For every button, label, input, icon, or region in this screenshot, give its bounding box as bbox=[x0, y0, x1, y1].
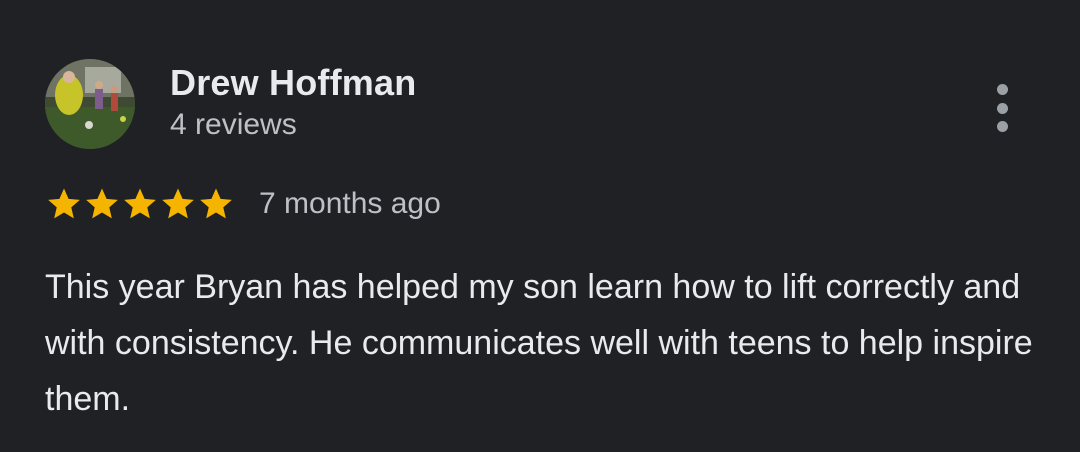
author-avatar[interactable] bbox=[45, 59, 135, 149]
avatar-photo-icon bbox=[45, 59, 135, 149]
author-name[interactable]: Drew Hoffman bbox=[170, 62, 416, 104]
star-icon bbox=[162, 188, 194, 219]
review-text: This year Bryan has helped my son learn … bbox=[45, 268, 1033, 418]
star-icon bbox=[124, 188, 156, 219]
review-card: Drew Hoffman 4 reviews 7 months ago This… bbox=[0, 0, 1080, 452]
more-vert-icon bbox=[996, 102, 1008, 114]
more-vert-icon bbox=[996, 121, 1008, 132]
star-icon bbox=[86, 188, 118, 219]
more-options-button[interactable] bbox=[980, 78, 1024, 138]
star-icon bbox=[48, 188, 80, 219]
star-rating bbox=[45, 184, 235, 224]
author-review-count[interactable]: 4 reviews bbox=[170, 108, 297, 142]
more-vert-icon bbox=[996, 84, 1008, 95]
rating-row: 7 months ago bbox=[45, 184, 441, 224]
star-icon bbox=[200, 188, 232, 219]
review-date: 7 months ago bbox=[259, 187, 441, 220]
